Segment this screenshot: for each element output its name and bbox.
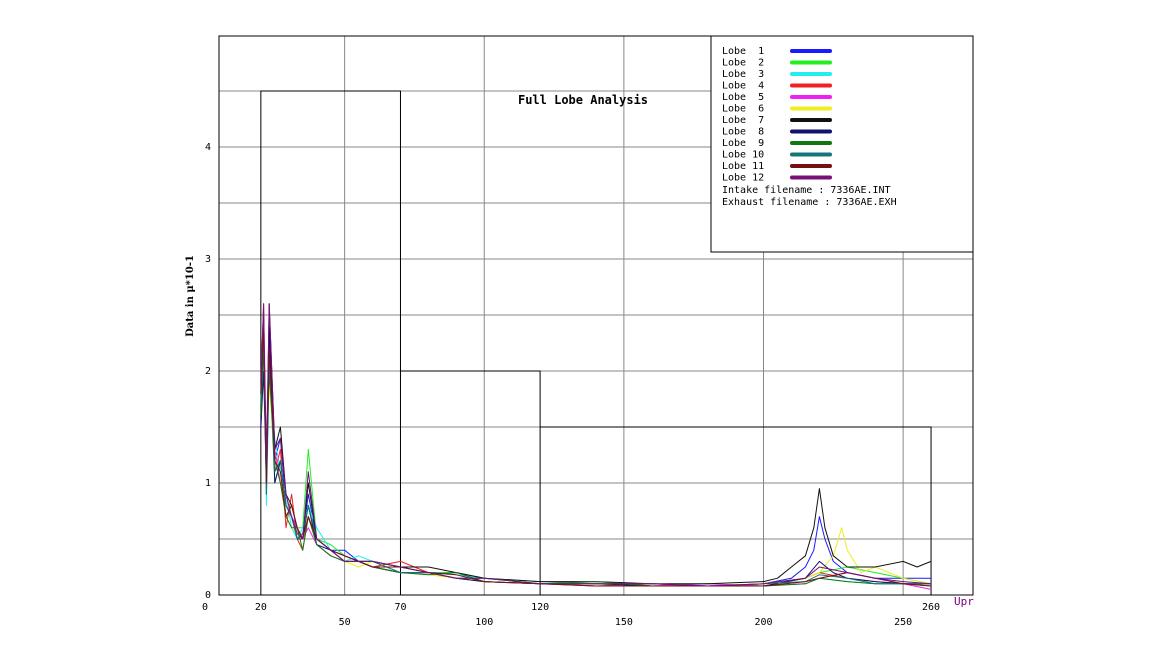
- legend-label: Lobe 7: [722, 115, 764, 126]
- y-tick-label: 2: [205, 366, 211, 377]
- x-tick-label: 120: [531, 602, 549, 613]
- y-tick-label: 4: [205, 142, 211, 153]
- series-line: [260, 348, 932, 587]
- lobe-analysis-chart: 0 20 50 70 100 120 150 200 250 260 0 1 2 3 4 Upr Data…: [185, 35, 974, 628]
- series-line: [260, 303, 932, 585]
- series-line: [260, 303, 932, 587]
- x-tick-labels: 0 20 50 70 100 120 150 200 250 260: [202, 602, 940, 628]
- y-tick-labels: 0 1 2 3 4: [205, 142, 211, 601]
- legend-label: Lobe 1: [722, 46, 764, 57]
- legend-label: Lobe 3: [722, 69, 764, 80]
- chart-title: Full Lobe Analysis: [518, 93, 648, 107]
- legend-label: Lobe 4: [722, 81, 764, 92]
- series-lines: [260, 303, 932, 590]
- x-tick-label: 260: [922, 602, 940, 613]
- x-unit-label: Upr: [954, 595, 974, 608]
- series-line: [260, 348, 932, 587]
- y-tick-label: 0: [205, 590, 211, 601]
- legend-label: Lobe 2: [722, 58, 764, 69]
- legend-info-line: Intake filename : 7336AE.INT: [722, 185, 891, 196]
- x-tick-label: 0: [202, 602, 208, 613]
- legend-label: Lobe 10: [722, 150, 764, 161]
- y-tick-label: 1: [205, 478, 211, 489]
- series-line: [260, 325, 932, 590]
- series-line: [260, 336, 931, 587]
- x-tick-label: 200: [754, 617, 772, 628]
- x-tick-label: 70: [394, 602, 406, 613]
- y-tick-label: 3: [205, 254, 211, 265]
- x-tick-label: 100: [475, 617, 493, 628]
- y-axis-label: Data in μ*10-1: [185, 255, 196, 337]
- legend-info-line: Exhaust filename : 7336AE.EXH: [722, 197, 897, 208]
- legend: Lobe 1Lobe 2Lobe 3Lobe 4Lobe 5Lobe 6Lobe…: [710, 35, 974, 253]
- legend-label: Lobe 12: [722, 173, 764, 184]
- series-line: [260, 359, 932, 587]
- x-tick-label: 50: [339, 617, 351, 628]
- legend-label: Lobe 8: [722, 127, 764, 138]
- legend-label: Lobe 5: [722, 92, 764, 103]
- legend-info: Intake filename : 7336AE.INTExhaust file…: [722, 185, 897, 208]
- x-tick-label: 250: [894, 617, 912, 628]
- x-tick-label: 20: [255, 602, 267, 613]
- legend-label: Lobe 6: [722, 104, 764, 115]
- x-tick-label: 150: [615, 617, 633, 628]
- series-line: [260, 303, 931, 587]
- legend-label: Lobe 9: [722, 138, 764, 149]
- legend-label: Lobe 11: [722, 161, 764, 172]
